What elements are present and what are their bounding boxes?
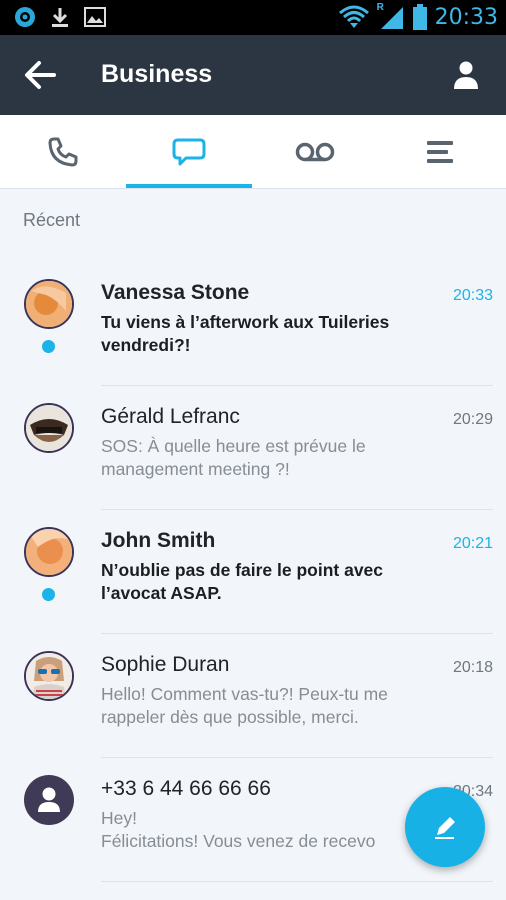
message-preview: Hello! Comment vas-tu?! Peux-tu me rappe… — [101, 684, 388, 727]
tab-calls[interactable] — [0, 115, 126, 188]
avatar — [24, 775, 74, 825]
avatar — [24, 403, 74, 453]
compose-button[interactable] — [405, 787, 485, 867]
tab-voicemail[interactable] — [252, 115, 378, 188]
page-title: Business — [101, 60, 213, 88]
contact-name: Gérald Lefranc — [101, 405, 240, 428]
conversation-item[interactable]: Gérald Lefranc 20:29 SOS: À quelle heure… — [0, 386, 506, 510]
contact-name: John Smith — [101, 529, 216, 552]
message-time: 20:29 — [452, 411, 493, 428]
unread-indicator — [42, 340, 55, 353]
download-icon — [52, 8, 68, 27]
status-clock: 20:33 — [434, 4, 498, 30]
signal-icon: R — [377, 2, 405, 31]
avatar — [24, 651, 74, 701]
message-time: 20:21 — [452, 535, 493, 552]
image-icon — [84, 7, 106, 27]
person-icon[interactable] — [450, 59, 482, 91]
phone-icon — [48, 137, 78, 166]
wifi-icon — [338, 5, 369, 28]
message-preview: Tu viens à l’afterwork aux Tuileries ven… — [101, 312, 390, 355]
chat-bubble-icon — [172, 138, 206, 165]
app-bar: Business — [0, 35, 506, 115]
section-label-recent: Récent — [23, 210, 81, 230]
battery-icon — [412, 4, 427, 30]
contact-name: Vanessa Stone — [101, 281, 250, 304]
unread-indicator — [42, 588, 55, 601]
contact-name: Sophie Duran — [101, 653, 230, 676]
message-time: 20:18 — [452, 659, 493, 676]
tab-messages[interactable] — [126, 115, 252, 188]
tab-bar — [0, 115, 506, 189]
conversation-item[interactable]: Vanessa Stone 20:33 Tu viens à l’afterwo… — [0, 262, 506, 386]
message-preview: SOS: À quelle heure est prévue le manage… — [101, 436, 366, 479]
arrow-back-icon[interactable] — [22, 57, 58, 93]
contact-name: +33 6 44 66 66 66 — [101, 777, 271, 800]
message-preview: N’oublie pas de faire le point avec l’av… — [101, 560, 384, 603]
app-notification-icon — [15, 7, 35, 27]
menu-lines-icon — [427, 140, 453, 163]
person-icon — [38, 787, 60, 812]
conversation-item[interactable]: John Smith 20:21 N’oublie pas de faire l… — [0, 510, 506, 634]
conversation-item[interactable]: Sophie Duran 20:18 Hello! Comment vas-tu… — [0, 634, 506, 758]
pencil-icon — [435, 817, 455, 839]
avatar — [24, 279, 74, 329]
divider — [101, 881, 493, 882]
status-bar: R 20:33 — [0, 0, 506, 35]
avatar — [24, 527, 74, 577]
message-time: 20:33 — [452, 287, 493, 304]
tab-selected-indicator — [126, 184, 252, 188]
message-preview: Hey! Félicitations! Vous venez de recevo — [101, 808, 376, 851]
tab-menu[interactable] — [378, 115, 504, 188]
voicemail-icon — [295, 142, 335, 161]
